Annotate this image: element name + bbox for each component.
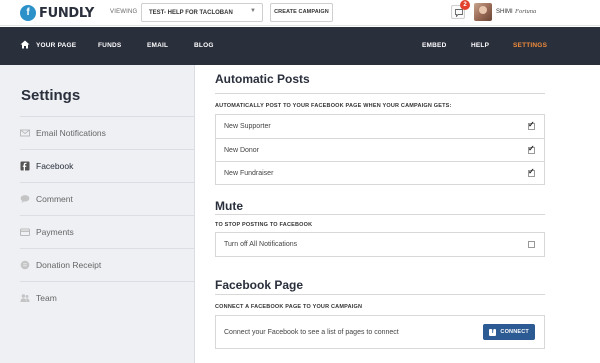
- sidebar-list: Email Notifications Facebook Comment Pay…: [20, 116, 195, 314]
- option-label: New Supporter: [224, 123, 271, 130]
- nav-funds[interactable]: FUNDS: [98, 42, 121, 49]
- user-first-name[interactable]: SHIMI: [496, 9, 513, 15]
- sidebar-item-label: Team: [36, 293, 57, 303]
- sidebar-title: Settings: [21, 87, 81, 104]
- fundly-logo-text: FUNDLY: [39, 5, 94, 21]
- nav-settings[interactable]: SETTINGS: [513, 42, 547, 49]
- team-icon: [20, 294, 30, 302]
- option-new-donor[interactable]: New Donor: [216, 138, 544, 161]
- settings-sidebar: Settings Email Notifications Facebook Co…: [0, 65, 195, 363]
- new-supporter-checkbox[interactable]: [528, 120, 535, 130]
- nav-your-page[interactable]: YOUR PAGE: [36, 42, 76, 49]
- sidebar-item-donation-receipt[interactable]: Donation Receipt: [20, 248, 195, 281]
- sidebar-item-label: Facebook: [36, 161, 74, 171]
- new-fundraiser-checkbox[interactable]: [528, 167, 535, 177]
- sidebar-item-team[interactable]: Team: [20, 281, 195, 314]
- automatic-posts-options: New Supporter New Donor New Fundraiser: [215, 114, 545, 185]
- facebook-page-subtitle: CONNECT A FACEBOOK PAGE TO YOUR CAMPAIGN: [215, 304, 363, 310]
- envelope-icon: [20, 129, 30, 137]
- connect-facebook-text: Connect your Facebook to see a list of p…: [224, 328, 399, 336]
- nav-help[interactable]: HELP: [471, 42, 489, 49]
- turn-off-notifications-checkbox[interactable]: [528, 241, 535, 248]
- messages-count-badge: 2: [460, 0, 470, 10]
- sidebar-item-label: Email Notifications: [36, 128, 106, 138]
- option-new-fundraiser[interactable]: New Fundraiser: [216, 161, 544, 184]
- facebook-icon: [20, 161, 30, 171]
- settings-content: Automatic Posts AUTOMATICALLY POST TO YO…: [215, 65, 545, 349]
- nav-blog[interactable]: BLOG: [194, 42, 214, 49]
- sidebar-item-facebook[interactable]: Facebook: [20, 149, 195, 182]
- receipt-icon: [20, 260, 30, 270]
- viewing-label: VIEWING: [110, 9, 138, 15]
- user-last-name[interactable]: Fortuna: [515, 8, 536, 15]
- sidebar-item-label: Donation Receipt: [36, 260, 102, 270]
- option-label: New Donor: [224, 146, 260, 154]
- connect-button[interactable]: f CONNECT: [483, 324, 535, 340]
- option-turn-off-notifications[interactable]: Turn off All Notifications: [216, 233, 544, 256]
- facebook-connect-box: Connect your Facebook to see a list of p…: [215, 315, 545, 349]
- nav-email[interactable]: EMAIL: [147, 42, 168, 49]
- campaign-select-value: TEST- HELP FOR TACLOBAN: [149, 10, 233, 16]
- sidebar-item-email-notifications[interactable]: Email Notifications: [20, 116, 195, 149]
- home-icon[interactable]: [20, 40, 30, 49]
- new-donor-checkbox[interactable]: [528, 144, 535, 154]
- mute-heading: Mute: [215, 185, 545, 215]
- facebook-icon: f: [489, 328, 497, 336]
- facebook-page-heading: Facebook Page: [215, 257, 545, 295]
- facebook-connect-row: Connect your Facebook to see a list of p…: [216, 316, 544, 348]
- chat-bubble-icon: [455, 9, 463, 17]
- create-campaign-button[interactable]: CREATE CAMPAIGN: [270, 3, 333, 22]
- sidebar-item-label: Payments: [36, 227, 74, 237]
- mute-options: Turn off All Notifications: [215, 232, 545, 257]
- nav-embed[interactable]: EMBED: [422, 42, 446, 49]
- automatic-posts-subtitle: AUTOMATICALLY POST TO YOUR FACEBOOK PAGE…: [215, 103, 452, 109]
- option-new-supporter[interactable]: New Supporter: [216, 115, 544, 138]
- mute-subtitle: TO STOP POSTING TO FACEBOOK: [215, 222, 313, 228]
- fundly-logo-icon: f: [20, 5, 36, 21]
- sidebar-item-label: Comment: [36, 194, 73, 204]
- sidebar-item-payments[interactable]: Payments: [20, 215, 195, 248]
- credit-card-icon: [20, 228, 30, 236]
- sidebar-item-comment[interactable]: Comment: [20, 182, 195, 215]
- main-nav: YOUR PAGE FUNDS EMAIL BLOG EMBED HELP SE…: [0, 27, 600, 65]
- fundly-logo[interactable]: f FUNDLY: [20, 4, 94, 22]
- connect-button-label: CONNECT: [500, 329, 529, 335]
- user-avatar[interactable]: [474, 3, 492, 21]
- top-bar: f FUNDLY VIEWING TEST- HELP FOR TACLOBAN…: [0, 0, 600, 26]
- comment-icon: [20, 195, 30, 203]
- campaign-select[interactable]: TEST- HELP FOR TACLOBAN ▼: [141, 3, 263, 22]
- automatic-posts-heading: Automatic Posts: [215, 65, 545, 94]
- option-label: New Fundraiser: [224, 169, 274, 177]
- option-label: Turn off All Notifications: [224, 241, 298, 248]
- chevron-down-icon: ▼: [250, 8, 256, 14]
